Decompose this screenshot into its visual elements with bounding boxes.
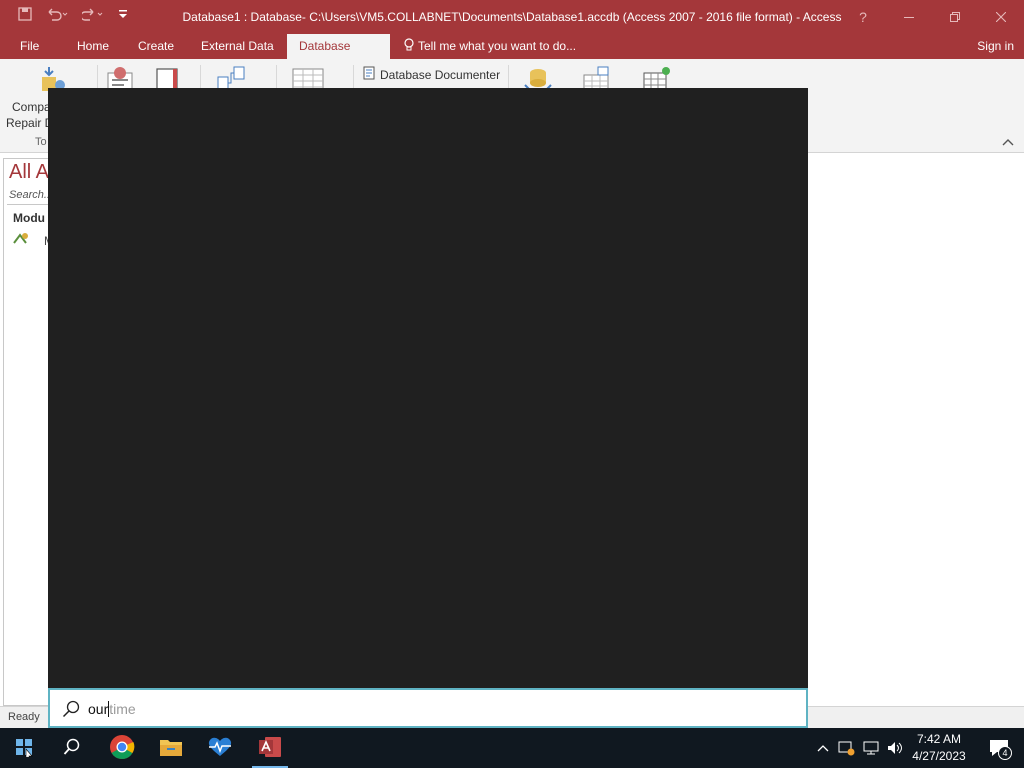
sign-in-link[interactable]: Sign in xyxy=(977,34,1014,59)
taskbar-chrome[interactable] xyxy=(98,728,146,768)
tab-file[interactable]: File xyxy=(10,34,49,59)
search-icon xyxy=(63,738,81,759)
search-typed-text: our xyxy=(88,701,109,717)
show-hidden-icons-button[interactable] xyxy=(812,728,834,768)
tab-database-tools[interactable]: Database Tools xyxy=(287,34,390,78)
search-autocomplete: time xyxy=(109,701,136,717)
help-button[interactable]: ? xyxy=(840,0,886,34)
tell-me-text: Tell me what you want to do... xyxy=(418,39,577,53)
nav-pane-heading[interactable]: All A xyxy=(9,161,49,184)
start-button[interactable] xyxy=(0,728,48,768)
taskbar-file-explorer[interactable] xyxy=(147,728,195,768)
taskbar-access[interactable] xyxy=(246,728,294,768)
notification-count-badge: 4 xyxy=(998,746,1012,760)
search-icon xyxy=(62,700,80,718)
taskbar-search-box[interactable]: ourtime xyxy=(48,688,808,728)
window-controls: ? xyxy=(840,0,1024,34)
compact-label-line1: Compa xyxy=(12,100,51,114)
collapse-ribbon-button[interactable] xyxy=(1002,137,1016,149)
heartbeat-icon xyxy=(206,736,234,761)
title-bar: Database1 : Database- C:\Users\VM5.COLLA… xyxy=(0,0,1024,34)
navigation-pane: All A Search... Modu M xyxy=(3,158,49,706)
folder-icon xyxy=(159,736,183,761)
restore-button[interactable] xyxy=(932,0,978,34)
volume-icon[interactable] xyxy=(884,728,906,768)
search-input[interactable]: ourtime xyxy=(88,701,136,717)
nav-item-module[interactable]: M xyxy=(12,231,49,250)
compact-label-line2: Repair D xyxy=(6,116,54,130)
clock-date: 4/27/2023 xyxy=(912,749,966,763)
search-flyout-panel xyxy=(48,88,808,688)
document-icon xyxy=(362,66,376,83)
tab-external-data[interactable]: External Data xyxy=(191,34,284,59)
database-documenter-label: Database Documenter xyxy=(380,67,501,82)
ribbon-tabs: File Home Create External Data Database … xyxy=(0,34,1024,78)
network-icon[interactable] xyxy=(860,728,882,768)
database-documenter-button[interactable]: Database Documenter xyxy=(362,66,500,83)
taskbar-clock[interactable]: 7:42 AM 4/27/2023 xyxy=(912,731,966,765)
nav-search-input[interactable]: Search... xyxy=(7,189,49,205)
status-text: Ready xyxy=(8,711,40,723)
module-icon xyxy=(12,231,30,250)
nav-group-modules[interactable]: Modu xyxy=(13,211,45,225)
group-tools-label: To xyxy=(35,136,47,148)
tab-create[interactable]: Create xyxy=(128,34,184,59)
lightbulb-icon xyxy=(404,36,414,61)
tell-me-box[interactable]: Tell me what you want to do... xyxy=(404,34,576,59)
tab-home[interactable]: Home xyxy=(67,34,119,59)
taskbar-search-button[interactable] xyxy=(48,728,96,768)
close-button[interactable] xyxy=(978,0,1024,34)
clock-time: 7:42 AM xyxy=(916,732,962,746)
chrome-icon xyxy=(109,734,135,763)
access-icon xyxy=(257,735,283,762)
windows-logo-icon xyxy=(14,737,34,762)
taskbar: 7:42 AM 4/27/2023 4 xyxy=(0,728,1024,768)
taskbar-health-app[interactable] xyxy=(196,728,244,768)
network-alert-icon[interactable] xyxy=(836,728,858,768)
minimize-button[interactable] xyxy=(886,0,932,34)
